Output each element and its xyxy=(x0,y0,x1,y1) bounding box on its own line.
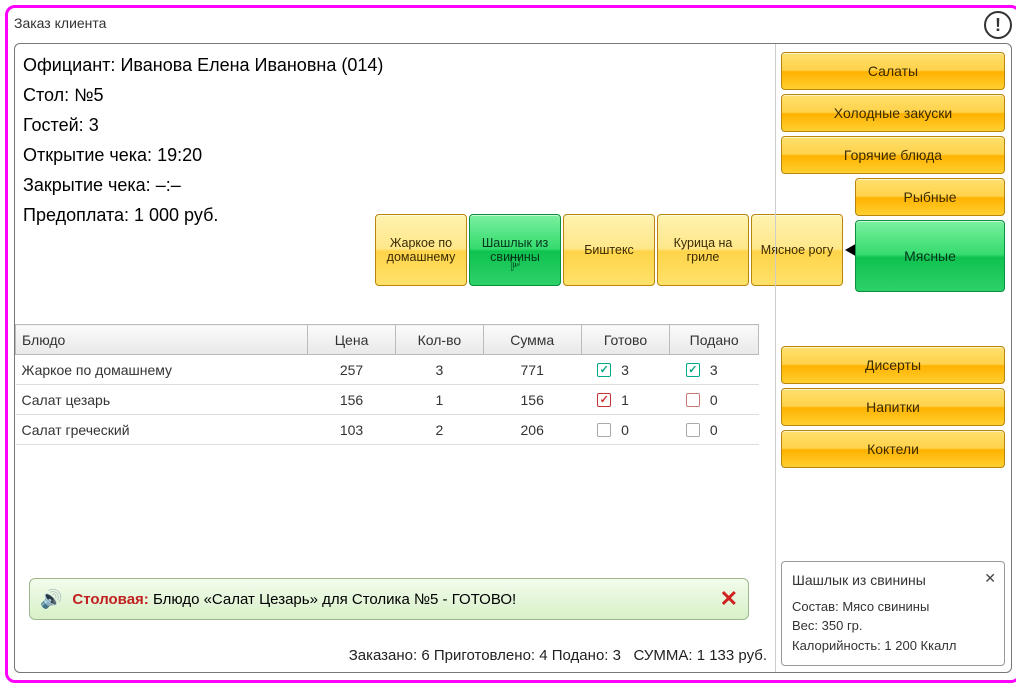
info-guests: Гостей: 3 xyxy=(23,110,775,140)
table-row[interactable]: Жаркое по домашнему257377133 xyxy=(16,355,759,385)
category-drinks[interactable]: Напитки xyxy=(781,388,1005,426)
category-meat-selected[interactable]: Мясные xyxy=(855,220,1005,292)
cell-ready: 3 xyxy=(581,355,670,385)
dish-button-selected[interactable]: Шашлык из свинины xyxy=(469,214,561,286)
notification: 🔊 Столовая: Блюдо «Салат Цезарь» для Сто… xyxy=(29,578,749,620)
side-column: Салаты Холодные закуски Горячие блюда Ры… xyxy=(775,44,1011,672)
cell-name: Салат греческий xyxy=(16,415,308,445)
info-waiter: Официант: Иванова Елена Ивановна (014) xyxy=(23,50,775,80)
info-close: Закрытие чека: –:– xyxy=(23,170,775,200)
main-column: Официант: Иванова Елена Ивановна (014) С… xyxy=(15,44,775,672)
cell-ready: 0 xyxy=(581,415,670,445)
alert-icon[interactable] xyxy=(984,11,1012,39)
card-title: Шашлык из свинины xyxy=(792,570,994,591)
table-row[interactable]: Салат цезарь156115610 xyxy=(16,385,759,415)
cell-price: 257 xyxy=(308,355,396,385)
info-table: Стол: №5 xyxy=(23,80,775,110)
cell-qty: 2 xyxy=(396,415,484,445)
cell-served: 0 xyxy=(670,385,759,415)
cell-sum: 156 xyxy=(483,385,581,415)
cell-name: Жаркое по домашнему xyxy=(16,355,308,385)
th-dish: Блюдо xyxy=(16,325,308,355)
totals-line: Заказано: 6 Приготовлено: 4 Подано: 3 СУ… xyxy=(349,647,767,664)
checkbox-icon[interactable] xyxy=(597,423,611,437)
checkbox-icon[interactable] xyxy=(686,363,700,377)
checkbox-icon[interactable] xyxy=(597,393,611,407)
checkbox-icon[interactable] xyxy=(686,423,700,437)
card-line: Состав: Мясо свинины xyxy=(792,597,994,617)
order-table: Блюдо Цена Кол-во Сумма Готово Подано Жа… xyxy=(15,324,759,445)
category-hot[interactable]: Горячие блюда xyxy=(781,136,1005,174)
cell-ready: 1 xyxy=(581,385,670,415)
cell-name: Салат цезарь xyxy=(16,385,308,415)
checkbox-icon[interactable] xyxy=(686,393,700,407)
cell-qty: 1 xyxy=(396,385,484,415)
th-ready: Готово xyxy=(581,325,670,355)
table-row[interactable]: Салат греческий103220600 xyxy=(16,415,759,445)
cell-price: 103 xyxy=(308,415,396,445)
dish-info-card: ✕ Шашлык из свинины Состав: Мясо свинины… xyxy=(781,561,1005,667)
info-open: Открытие чека: 19:20 xyxy=(23,140,775,170)
card-line: Калорийность: 1 200 Ккалл xyxy=(792,636,994,656)
separator xyxy=(775,44,776,672)
cell-served: 3 xyxy=(670,355,759,385)
category-deserts[interactable]: Дисерты xyxy=(781,346,1005,384)
titlebar: Заказ клиента xyxy=(14,11,1012,43)
category-cold[interactable]: Холодные закуски xyxy=(781,94,1005,132)
dish-button[interactable]: Биштекс xyxy=(563,214,655,286)
th-price: Цена xyxy=(308,325,396,355)
checkbox-icon[interactable] xyxy=(597,363,611,377)
window-title: Заказ клиента xyxy=(14,11,106,31)
speaker-icon: 🔊 xyxy=(40,589,62,610)
app-window: Заказ клиента Официант: Иванова Елена Ив… xyxy=(5,5,1016,683)
close-icon[interactable]: ✕ xyxy=(720,586,738,612)
cell-sum: 206 xyxy=(483,415,581,445)
close-icon[interactable]: ✕ xyxy=(984,568,996,589)
inner-panel: Официант: Иванова Елена Ивановна (014) С… xyxy=(14,43,1012,673)
th-served: Подано xyxy=(670,325,759,355)
category-cocktails[interactable]: Коктели xyxy=(781,430,1005,468)
dish-button[interactable]: Жаркое по домашнему xyxy=(375,214,467,286)
table-header-row: Блюдо Цена Кол-во Сумма Готово Подано xyxy=(16,325,759,355)
card-line: Вес: 350 гр. xyxy=(792,616,994,636)
th-qty: Кол-во xyxy=(396,325,484,355)
cell-price: 156 xyxy=(308,385,396,415)
notification-prefix: Столовая: xyxy=(72,591,148,608)
category-salads[interactable]: Салаты xyxy=(781,52,1005,90)
cell-served: 0 xyxy=(670,415,759,445)
notification-body: Блюдо «Салат Цезарь» для Столика №5 - ГО… xyxy=(149,591,516,608)
category-fish[interactable]: Рыбные xyxy=(855,178,1005,216)
cell-sum: 771 xyxy=(483,355,581,385)
cell-qty: 3 xyxy=(396,355,484,385)
order-info: Официант: Иванова Елена Ивановна (014) С… xyxy=(23,50,775,230)
th-sum: Сумма xyxy=(483,325,581,355)
dish-button[interactable]: Курица на гриле xyxy=(657,214,749,286)
notification-text: Столовая: Блюдо «Салат Цезарь» для Столи… xyxy=(72,591,516,608)
